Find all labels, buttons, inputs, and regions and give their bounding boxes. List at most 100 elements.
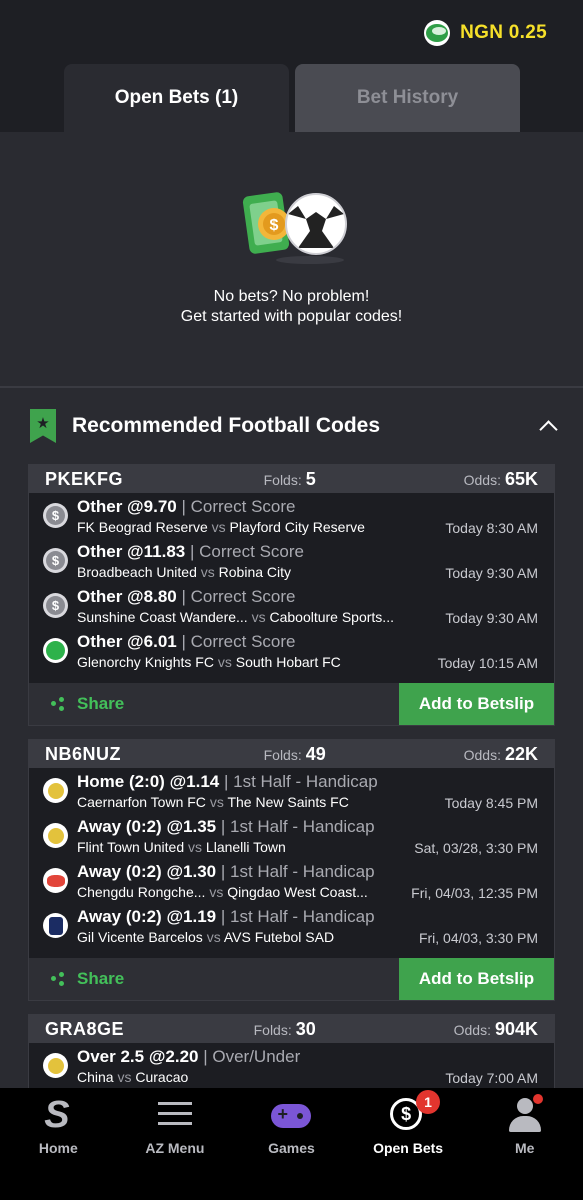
selection-row[interactable]: Home (2:0) @1.14 | 1st Half - Handicap C… <box>29 768 554 813</box>
total-odds: 65K <box>504 468 538 489</box>
kickoff-time: Sat, 03/28, 3:30 PM <box>414 840 538 856</box>
nav-open-bets[interactable]: $ 1 Open Bets <box>350 1088 467 1200</box>
code-card: GRA8GE Folds: 30 Odds: 904K Over 2.5 @2.20… <box>28 1014 555 1088</box>
league-icon <box>43 548 68 573</box>
tab-bet-history[interactable]: Bet History <box>295 64 520 132</box>
booking-code: PKEKFG <box>45 468 124 489</box>
selection-row[interactable]: Away (0:2) @1.30 | 1st Half - Handicap C… <box>29 858 554 903</box>
card-actions: Share Add to Betslip <box>29 958 554 1000</box>
league-icon <box>43 593 68 618</box>
nav-me[interactable]: Me <box>466 1088 583 1200</box>
selection-pick: Other @6.01 <box>77 632 177 651</box>
share-label: Share <box>77 694 125 713</box>
notification-dot <box>532 1094 543 1104</box>
home-team: Sunshine Coast Wandere... <box>77 609 248 625</box>
selection-row[interactable]: Other @11.83 | Correct Score Broadbeach … <box>29 538 554 583</box>
selection-row[interactable]: Away (0:2) @1.35 | 1st Half - Handicap F… <box>29 813 554 858</box>
svg-text:$: $ <box>270 217 279 234</box>
folds-count: 30 <box>295 1018 316 1039</box>
kickoff-time: Today 7:00 AM <box>445 1070 538 1086</box>
nav-label: Games <box>268 1140 315 1156</box>
team-crest-icon <box>43 913 68 938</box>
selection-market: | 1st Half - Handicap <box>223 772 378 791</box>
selection-market: | Correct Score <box>181 497 296 516</box>
vs-label: vs <box>211 519 226 535</box>
nav-games[interactable]: Games <box>233 1088 350 1200</box>
card-actions: Share Add to Betslip <box>29 683 554 725</box>
league-icon <box>43 503 68 528</box>
away-team: Caboolture Sports... <box>269 609 394 625</box>
selection-pick: Away (0:2) @1.30 <box>77 862 217 881</box>
code-card-header: GRA8GE Folds: 30 Odds: 904K <box>29 1015 554 1043</box>
total-odds: 22K <box>504 743 538 764</box>
total-odds: 904K <box>494 1018 538 1039</box>
team-crest-icon <box>43 823 68 848</box>
share-icon <box>51 697 65 711</box>
vs-label: vs <box>188 839 203 855</box>
home-logo-icon: S <box>44 1094 70 1136</box>
away-team: Playford City Reserve <box>229 519 365 535</box>
kickoff-time: Today 8:45 PM <box>444 795 538 811</box>
selection-pick: Home (2:0) @1.14 <box>77 772 220 791</box>
selections-list: Home (2:0) @1.14 | 1st Half - Handicap C… <box>29 768 554 958</box>
away-team: AVS Futebol SAD <box>223 929 335 945</box>
add-to-betslip-button[interactable]: Add to Betslip <box>399 958 554 1000</box>
chevron-up-icon[interactable] <box>539 417 557 435</box>
bets-tabs: Open Bets (1) Bet History <box>64 64 520 132</box>
away-team: Qingdao West Coast... <box>227 884 368 900</box>
gamepad-icon <box>271 1096 312 1132</box>
selection-row[interactable]: Over 2.5 @2.20 | Over/Under China vs Cur… <box>29 1043 554 1088</box>
code-card: NB6NUZ Folds: 49 Odds: 22K Home (2:0) @1.1… <box>28 739 555 1001</box>
tab-open-bets[interactable]: Open Bets (1) <box>64 64 289 132</box>
kickoff-time: Today 9:30 AM <box>445 565 538 581</box>
folds-label: Folds: <box>263 746 302 763</box>
folds-count: 5 <box>305 468 316 489</box>
folds-label: Folds: <box>253 1021 292 1038</box>
recommended-section: ★ Recommended Football Codes PKEKFG Fold… <box>0 388 583 1088</box>
nav-az-menu[interactable]: AZ Menu <box>117 1088 234 1200</box>
folds-count: 49 <box>305 743 326 764</box>
menu-icon <box>155 1096 195 1132</box>
bookmark-star-icon: ★ <box>30 409 56 443</box>
nav-home[interactable]: S Home <box>0 1088 117 1200</box>
odds-label: Odds: <box>463 471 501 488</box>
selection-pick: Away (0:2) @1.35 <box>77 817 217 836</box>
home-team: Caernarfon Town FC <box>77 794 206 810</box>
home-team: Gil Vicente Barcelos <box>77 929 203 945</box>
home-team: Flint Town United <box>77 839 185 855</box>
folds-label: Folds: <box>263 471 302 488</box>
code-card-header: PKEKFG Folds: 5 Odds: 65K <box>29 465 554 493</box>
add-to-betslip-button[interactable]: Add to Betslip <box>399 683 554 725</box>
away-team: Curacao <box>135 1069 189 1085</box>
selection-pick: Over 2.5 @2.20 <box>77 1047 199 1066</box>
empty-message-line1: No bets? No problem! <box>213 288 370 305</box>
selection-pick: Away (0:2) @1.19 <box>77 907 217 926</box>
league-icon <box>43 638 68 663</box>
vs-label: vs <box>206 929 221 945</box>
top-bar: NGN 0.25 Open Bets (1) Bet History <box>0 0 583 132</box>
ngn-coin-icon <box>424 20 451 46</box>
empty-message-line2: Get started with popular codes! <box>180 308 403 325</box>
kickoff-time: Fri, 04/03, 3:30 PM <box>418 930 538 946</box>
away-team: The New Saints FC <box>227 794 349 810</box>
away-team: Robina City <box>218 564 292 580</box>
share-label: Share <box>77 969 125 988</box>
home-team: Broadbeach United <box>77 564 197 580</box>
share-button[interactable]: Share <box>29 958 399 1000</box>
balance-display[interactable]: NGN 0.25 <box>424 20 547 46</box>
selection-row[interactable]: Other @9.70 | Correct Score FK Beograd R… <box>29 493 554 538</box>
vs-label: vs <box>200 564 215 580</box>
selection-market: | Correct Score <box>181 632 296 651</box>
balance-amount: NGN 0.25 <box>460 22 547 43</box>
nav-label: Me <box>514 1140 535 1156</box>
share-button[interactable]: Share <box>29 683 399 725</box>
empty-message: No bets? No problem! Get started with po… <box>0 287 583 327</box>
vs-label: vs <box>217 654 232 670</box>
odds-label: Odds: <box>453 1021 491 1038</box>
selection-row[interactable]: Other @8.80 | Correct Score Sunshine Coa… <box>29 583 554 628</box>
selection-row[interactable]: Other @6.01 | Correct Score Glenorchy Kn… <box>29 628 554 673</box>
selection-row[interactable]: Away (0:2) @1.19 | 1st Half - Handicap G… <box>29 903 554 948</box>
recommended-header[interactable]: ★ Recommended Football Codes <box>30 408 557 444</box>
vs-label: vs <box>251 609 266 625</box>
home-team: FK Beograd Reserve <box>77 519 208 535</box>
